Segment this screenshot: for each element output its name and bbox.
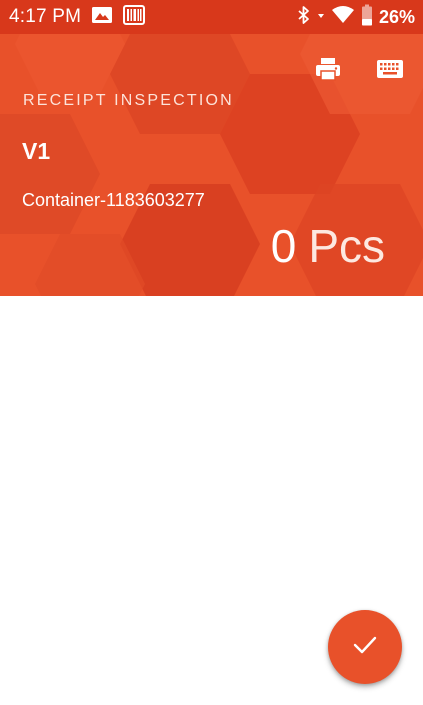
bluetooth-icon <box>297 5 311 30</box>
module-title: RECEIPT INSPECTION <box>23 92 234 109</box>
keyboard-button[interactable] <box>373 54 407 88</box>
status-right: 26% <box>297 4 415 31</box>
app-screen: 4:17 PM 26% RECEIPT INSPECTION V1 Contai… <box>0 0 423 705</box>
piece-count: 0 Pcs <box>271 219 385 273</box>
status-left: 4:17 PM <box>9 4 297 30</box>
count-unit: Pcs <box>308 220 385 272</box>
battery-icon <box>361 4 373 31</box>
checkmark-icon <box>352 635 378 660</box>
wifi-icon <box>331 5 355 30</box>
keyboard-icon <box>376 58 404 85</box>
barcode-icon <box>123 4 146 30</box>
status-bar: 4:17 PM 26% <box>0 0 423 34</box>
print-button[interactable] <box>311 54 345 88</box>
inspection-header: RECEIPT INSPECTION V1 Container-11836032… <box>0 34 423 296</box>
count-value: 0 <box>270 220 297 272</box>
confirm-fab-button[interactable] <box>328 610 402 684</box>
print-icon <box>315 57 341 86</box>
image-icon <box>91 5 113 30</box>
battery-percent: 26% <box>378 6 415 27</box>
version-label: V1 <box>22 138 51 164</box>
signal-arrows-icon <box>317 5 325 30</box>
container-id: Container-1183603277 <box>22 190 205 210</box>
status-time: 4:17 PM <box>9 6 82 27</box>
